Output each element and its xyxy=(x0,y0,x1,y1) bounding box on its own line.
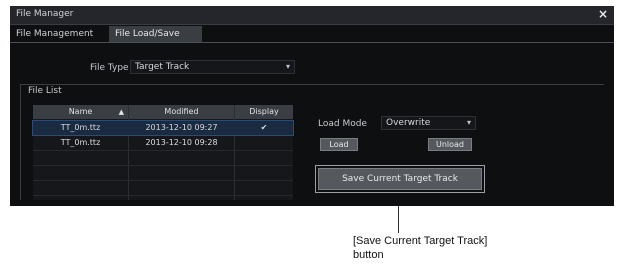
row-divider xyxy=(33,165,293,166)
column-divider xyxy=(234,105,235,200)
display-cell[interactable] xyxy=(235,136,293,150)
title-bar: File Manager × xyxy=(10,6,614,25)
tab-bar: File Management File Load/Save xyxy=(10,26,614,42)
display-check-icon[interactable]: ✔ xyxy=(235,121,293,135)
chevron-down-icon: ▾ xyxy=(466,118,471,127)
file-name-cell: TT_0m.ttz xyxy=(60,138,101,147)
load-button[interactable]: Load xyxy=(320,138,358,151)
column-divider xyxy=(128,105,129,200)
column-header-name[interactable]: Name ▲ xyxy=(33,105,128,119)
sort-arrow-icon: ▲ xyxy=(118,108,124,116)
column-header-modified[interactable]: Modified xyxy=(129,105,234,119)
callout-leader-line xyxy=(398,206,399,233)
table-row[interactable]: TT_0m.ttz 2013-12-10 09:28 xyxy=(33,136,293,150)
file-type-value: Target Track xyxy=(135,62,190,72)
column-header-label: Name xyxy=(68,107,93,116)
modified-cell: 2013-12-10 09:27 xyxy=(145,123,218,132)
caption-line-2: button xyxy=(353,249,384,261)
save-current-target-track-button[interactable]: Save Current Target Track xyxy=(315,165,485,193)
tab-file-management[interactable]: File Management xyxy=(10,26,108,42)
file-name-cell: TT_0m.ttz xyxy=(60,123,101,132)
load-mode-value: Overwrite xyxy=(386,118,431,128)
modified-cell: 2013-12-10 09:28 xyxy=(145,138,218,147)
close-icon[interactable]: × xyxy=(598,7,608,21)
caption-line-1: [Save Current Target Track] xyxy=(353,235,488,247)
file-type-label: File Type xyxy=(90,63,129,73)
column-header-display[interactable]: Display xyxy=(235,105,293,119)
row-divider xyxy=(33,150,293,151)
tab-file-load-save[interactable]: File Load/Save xyxy=(109,26,202,42)
load-mode-label: Load Mode xyxy=(318,119,367,129)
file-list-label: File List xyxy=(26,86,64,96)
tab-divider xyxy=(10,42,614,43)
file-list-table: Name ▲ Modified Display TT_0m.ttz 2013-1… xyxy=(32,105,294,200)
window-title: File Manager xyxy=(16,9,74,19)
table-header: Name ▲ Modified Display xyxy=(33,105,293,119)
chevron-down-icon: ▾ xyxy=(285,62,290,71)
table-row[interactable]: TT_0m.ttz 2013-12-10 09:27 ✔ xyxy=(32,120,294,136)
callout-caption: [Save Current Target Track] button xyxy=(353,234,487,262)
row-divider xyxy=(33,195,293,196)
file-type-dropdown[interactable]: Target Track ▾ xyxy=(130,60,295,74)
row-divider xyxy=(33,180,293,181)
load-mode-dropdown[interactable]: Overwrite ▾ xyxy=(381,116,476,130)
unload-button[interactable]: Unload xyxy=(428,138,472,151)
